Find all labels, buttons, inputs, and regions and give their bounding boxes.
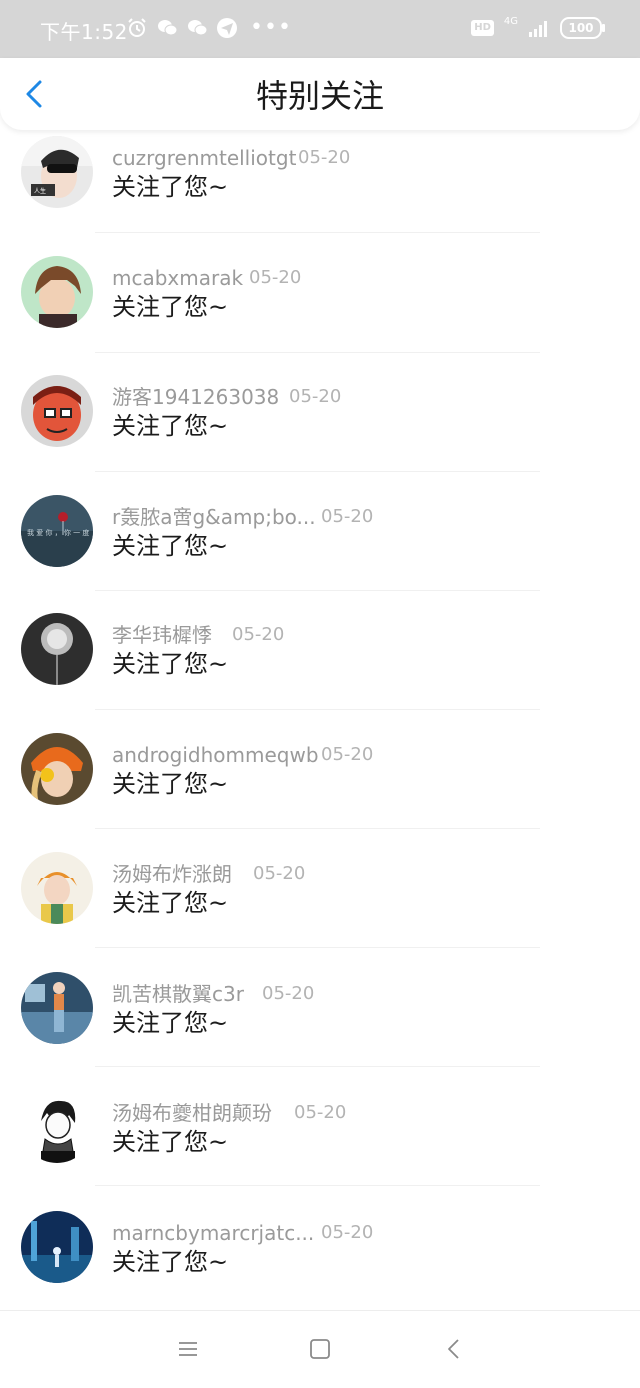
user-name: 游客1941263038: [112, 385, 280, 409]
follow-message: 关注了您~: [112, 650, 229, 678]
divider: [95, 1185, 540, 1186]
user-avatar[interactable]: [21, 733, 93, 805]
wechat-icon: [158, 20, 178, 36]
follow-list[interactable]: 人生 cuzrgrenmtelliotgt 05-20 关注了您~ mcabxm…: [0, 120, 640, 1310]
user-name: 李华玮樨悸: [112, 623, 212, 647]
divider: [95, 471, 540, 472]
user-avatar[interactable]: [21, 972, 93, 1044]
menu-icon[interactable]: [176, 1337, 200, 1361]
battery-indicator: 100: [560, 17, 605, 39]
user-avatar[interactable]: [21, 1091, 93, 1163]
follow-message: 关注了您~: [112, 532, 229, 560]
follow-message: 关注了您~: [112, 1128, 229, 1156]
paper-plane-icon: [217, 18, 237, 38]
status-icons-left: •••: [126, 17, 292, 39]
user-avatar[interactable]: [21, 375, 93, 447]
follow-date: 05-20: [294, 1102, 347, 1123]
user-name: 汤姆布炸涨朗: [112, 862, 232, 886]
user-avatar[interactable]: [21, 613, 93, 685]
follow-date: 05-20: [289, 386, 342, 407]
follow-date: 05-20: [262, 983, 315, 1004]
app-header: 特别关注: [0, 58, 640, 130]
user-name: mcabxmarak: [112, 266, 244, 290]
user-name: r轰脓a啻g&amp;bo...: [112, 505, 316, 529]
user-avatar[interactable]: [21, 852, 93, 924]
divider: [95, 828, 540, 829]
user-name: cuzrgrenmtelliotgt: [112, 146, 297, 170]
user-avatar[interactable]: 我 爱 你 ， 你 一 度: [21, 495, 93, 567]
list-item[interactable]: 汤姆布夔柑朗颠玢 05-20 关注了您~: [0, 1072, 640, 1191]
divider: [95, 232, 540, 233]
wechat-icon: [188, 20, 208, 36]
user-name: 汤姆布夔柑朗颠玢: [112, 1101, 272, 1125]
follow-message: 关注了您~: [112, 173, 229, 201]
list-item[interactable]: 人生 cuzrgrenmtelliotgt 05-20 关注了您~: [0, 120, 640, 239]
network-type: 4G: [503, 16, 518, 27]
follow-message: 关注了您~: [112, 889, 229, 917]
follow-date: 05-20: [298, 147, 351, 168]
svg-text:我 爱 你 ， 你 一 度: 我 爱 你 ， 你 一 度: [27, 528, 89, 537]
system-nav-bar: [0, 1310, 640, 1388]
user-name: marncbymarcrjatc...: [112, 1221, 315, 1245]
divider: [95, 947, 540, 948]
list-item[interactable]: androgidhommeqwb 05-20 关注了您~: [0, 715, 640, 834]
follow-message: 关注了您~: [112, 770, 229, 798]
follow-date: 05-20: [321, 744, 374, 765]
user-avatar[interactable]: 人生: [21, 136, 93, 208]
back-triangle-icon[interactable]: [442, 1337, 466, 1361]
list-item[interactable]: marncbymarcrjatc... 05-20 关注了您~: [0, 1191, 640, 1310]
follow-date: 05-20: [249, 267, 302, 288]
divider: [95, 1066, 540, 1067]
list-item[interactable]: 李华玮樨悸 05-20 关注了您~: [0, 596, 640, 715]
status-bar: 下午1:52 ••• HD 4G 100: [0, 0, 640, 58]
follow-message: 关注了您~: [112, 412, 229, 440]
divider: [95, 709, 540, 710]
hd-badge: HD: [471, 20, 494, 36]
follow-message: 关注了您~: [112, 1248, 229, 1276]
divider: [95, 590, 540, 591]
svg-text:人生: 人生: [34, 187, 46, 195]
status-time: 下午1:52: [40, 20, 128, 44]
divider: [95, 352, 540, 353]
list-item[interactable]: 我 爱 你 ， 你 一 度 r轰脓a啻g&amp;bo... 05-20 关注了…: [0, 477, 640, 596]
page-title: 特别关注: [255, 77, 384, 115]
list-item[interactable]: mcabxmarak 05-20 关注了您~: [0, 239, 640, 358]
signal-icon: [529, 21, 547, 37]
user-name: androgidhommeqwb: [112, 743, 319, 767]
follow-date: 05-20: [321, 1222, 374, 1243]
follow-message: 关注了您~: [112, 293, 229, 321]
list-item[interactable]: 凯苦棋散翼c3r 05-20 关注了您~: [0, 953, 640, 1072]
alarm-icon: [128, 18, 146, 37]
user-avatar[interactable]: [21, 256, 93, 328]
list-item[interactable]: 游客1941263038 05-20 关注了您~: [0, 358, 640, 477]
home-square-icon[interactable]: [308, 1337, 332, 1361]
follow-date: 05-20: [321, 506, 374, 527]
list-item[interactable]: 汤姆布炸涨朗 05-20 关注了您~: [0, 834, 640, 953]
follow-date: 05-20: [232, 624, 285, 645]
more-dots-icon: •••: [250, 15, 292, 40]
user-avatar[interactable]: [21, 1211, 93, 1283]
status-icons-right: HD 4G 100: [471, 16, 605, 39]
follow-date: 05-20: [253, 863, 306, 884]
follow-message: 关注了您~: [112, 1009, 229, 1037]
user-name: 凯苦棋散翼c3r: [112, 982, 244, 1006]
